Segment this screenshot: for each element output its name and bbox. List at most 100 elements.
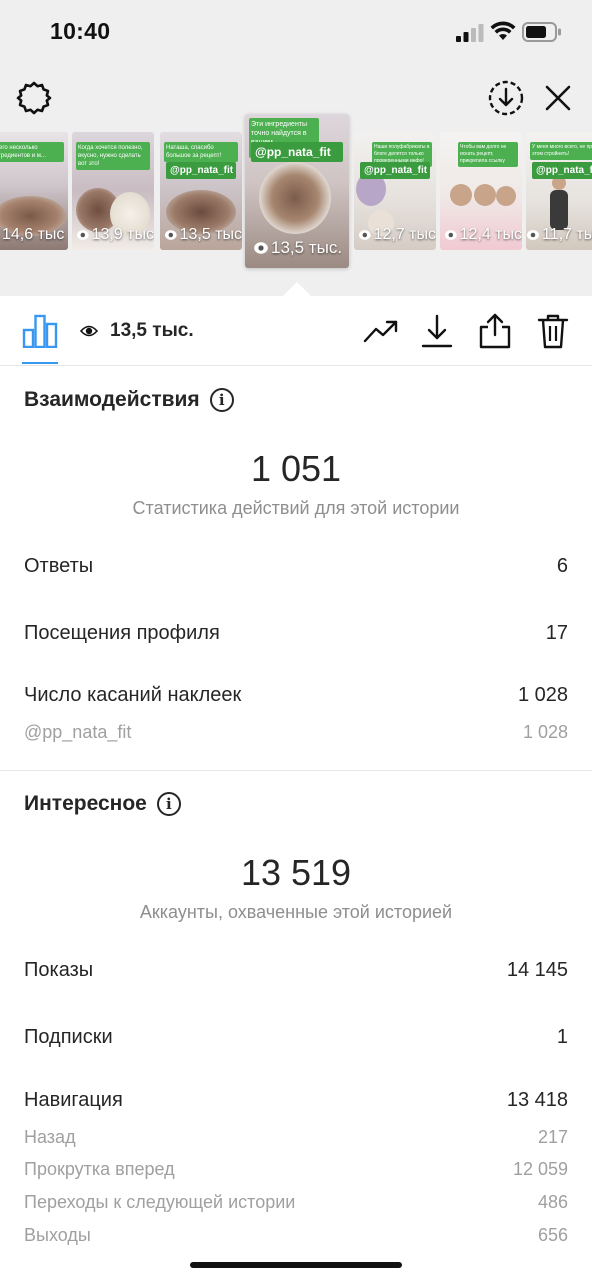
status-time: 10:40 bbox=[50, 18, 111, 44]
wifi-icon bbox=[490, 21, 516, 40]
download-circle-icon bbox=[488, 80, 524, 116]
stat-subrow-back: Назад 217 bbox=[24, 1127, 568, 1148]
story-thumbnail[interactable]: Наши полуфабрикаты в блоге делятся тольк… bbox=[354, 132, 436, 250]
close-button[interactable] bbox=[538, 78, 578, 118]
story-caption: У меня много всего, не при этом стройнет… bbox=[530, 142, 592, 160]
story-caption: Всего несколько ингредиентов и м... bbox=[0, 142, 64, 162]
story-caption: Когда хочется полезно, вкусно, нужно сде… bbox=[76, 142, 150, 170]
close-icon bbox=[545, 85, 571, 111]
gear-icon bbox=[16, 81, 52, 115]
insights-tab-row: 13,5 тыс. bbox=[0, 296, 592, 366]
interactions-caption: Статистика действий для этой истории bbox=[132, 498, 460, 518]
bar-chart-icon bbox=[22, 314, 58, 349]
story-views: 13,5 тыс. bbox=[253, 238, 349, 258]
story-caption: Наташа, спасибо большое за рецепт! bbox=[164, 142, 238, 162]
stat-value: 656 bbox=[537, 1225, 568, 1245]
stat-value: 12 059 bbox=[512, 1159, 568, 1179]
interactions-total: 1 051 bbox=[250, 448, 342, 489]
story-caption: Чтобы вам долго не искать рецепт, прикре… bbox=[458, 142, 518, 167]
stat-subrow-next-story: Переходы к следующей истории 486 bbox=[24, 1192, 568, 1213]
info-icon[interactable]: i bbox=[156, 792, 181, 816]
story-thumbnail[interactable]: Чтобы вам долго не искать рецепт, прикре… bbox=[440, 132, 522, 250]
download-icon bbox=[421, 314, 453, 348]
story-preview-area: 10:40 его несколько редиентов и м... 14,… bbox=[0, 0, 592, 296]
eye-icon bbox=[76, 230, 89, 240]
story-views: 13,9 тыс bbox=[76, 226, 154, 244]
stat-subrow-forward: Прокрутка вперед 12 059 bbox=[24, 1159, 568, 1180]
status-bar: 10:40 bbox=[0, 0, 592, 60]
share-icon bbox=[479, 313, 511, 349]
tab-insights[interactable] bbox=[22, 314, 58, 349]
views-count: 13,5 тыс. bbox=[110, 320, 194, 341]
stat-label: Число касаний наклеек bbox=[24, 684, 242, 706]
stat-label: Выходы bbox=[24, 1225, 91, 1245]
stat-value: 14 145 bbox=[506, 959, 568, 981]
stat-label: @pp_nata_fit bbox=[24, 722, 132, 742]
trend-icon bbox=[363, 320, 398, 343]
home-indicator[interactable] bbox=[190, 1262, 402, 1268]
stat-value: 1 028 bbox=[522, 722, 568, 742]
stat-label: Подписки bbox=[24, 1026, 113, 1048]
story-mention-tag: @pp_nata_fit bbox=[360, 162, 430, 179]
delete-button[interactable] bbox=[534, 312, 572, 350]
trash-icon bbox=[537, 314, 569, 349]
stat-subrow-mention: @pp_nata_fit 1 028 bbox=[24, 722, 568, 743]
active-tab-indicator bbox=[22, 362, 58, 364]
story-thumbnail[interactable]: У меня много всего, не при этом стройнет… bbox=[526, 132, 592, 250]
info-icon[interactable]: i bbox=[209, 388, 234, 412]
stat-row-sticker-taps: Число касаний наклеек 1 028 bbox=[24, 684, 568, 707]
story-mention-tag: @pp_nata_fit bbox=[532, 162, 592, 179]
stat-row-impressions: Показы 14 145 bbox=[24, 959, 568, 982]
save-story-button[interactable] bbox=[486, 78, 526, 118]
stat-value: 486 bbox=[537, 1192, 568, 1212]
discovery-caption: Аккаунты, охваченные этой историей bbox=[139, 902, 453, 922]
battery-icon bbox=[522, 22, 561, 42]
story-thumbnail[interactable]: Наташа, спасибо большое за рецепт! @pp_n… bbox=[160, 132, 242, 250]
stat-row-navigation: Навигация 13 418 bbox=[24, 1089, 568, 1112]
cellular-signal-icon bbox=[456, 24, 484, 42]
section-title-discovery: Интересное i bbox=[24, 792, 181, 816]
eye-icon bbox=[164, 230, 177, 240]
stat-label: Посещения профиля bbox=[24, 622, 220, 644]
stat-value: 1 bbox=[556, 1026, 568, 1048]
selected-story-pointer bbox=[282, 282, 312, 297]
promote-button[interactable] bbox=[362, 312, 400, 350]
story-views: 11,7 тыс bbox=[526, 226, 592, 244]
eye-icon bbox=[254, 242, 268, 254]
stat-value: 13 418 bbox=[506, 1089, 568, 1111]
stat-label: Показы bbox=[24, 959, 94, 981]
stat-value: 1 028 bbox=[517, 684, 568, 706]
eye-icon bbox=[444, 230, 457, 240]
story-thumbnail-strip: Всего несколько ингредиентов и м... 14,6… bbox=[0, 114, 592, 274]
stat-row-profile-visits: Посещения профиля 17 bbox=[24, 622, 568, 645]
discovery-total: 13 519 bbox=[240, 852, 352, 893]
stat-row-replies: Ответы 6 bbox=[24, 555, 568, 578]
share-button[interactable] bbox=[476, 312, 514, 350]
stat-value: 217 bbox=[537, 1127, 568, 1147]
eye-icon bbox=[358, 230, 371, 240]
story-thumbnail[interactable]: Всего несколько ингредиентов и м... 14,6… bbox=[0, 132, 68, 250]
eye-icon bbox=[80, 325, 98, 337]
stat-label: Переходы к следующей истории bbox=[24, 1192, 296, 1212]
story-views: 12,7 тыс bbox=[358, 226, 436, 244]
story-thumbnail[interactable]: Когда хочется полезно, вкусно, нужно сде… bbox=[72, 132, 154, 250]
section-divider bbox=[0, 770, 592, 771]
story-views: 14,6 тыс bbox=[2, 226, 65, 243]
download-button[interactable] bbox=[418, 312, 456, 350]
story-mention-tag: @pp_nata_fit bbox=[251, 142, 343, 162]
story-thumbnail-selected[interactable]: Эти ингредиенты точно найдутся в вашем х… bbox=[245, 114, 349, 268]
stat-value: 6 bbox=[556, 555, 568, 577]
stat-row-follows: Подписки 1 bbox=[24, 1026, 568, 1049]
stat-label: Ответы bbox=[24, 555, 94, 577]
stat-label: Навигация bbox=[24, 1089, 123, 1111]
story-mention-tag: @pp_nata_fit bbox=[166, 162, 236, 179]
story-views: 12,4 тыс bbox=[444, 226, 522, 244]
stat-value: 17 bbox=[545, 622, 568, 644]
stat-label: Назад bbox=[24, 1127, 76, 1147]
section-title-interactions: Взаимодействия i bbox=[24, 388, 234, 412]
stat-label: Прокрутка вперед bbox=[24, 1159, 175, 1179]
eye-icon bbox=[527, 230, 539, 240]
settings-button[interactable] bbox=[14, 78, 54, 118]
views-summary: 13,5 тыс. bbox=[80, 320, 194, 342]
story-views: 13,5 тыс bbox=[164, 226, 242, 244]
